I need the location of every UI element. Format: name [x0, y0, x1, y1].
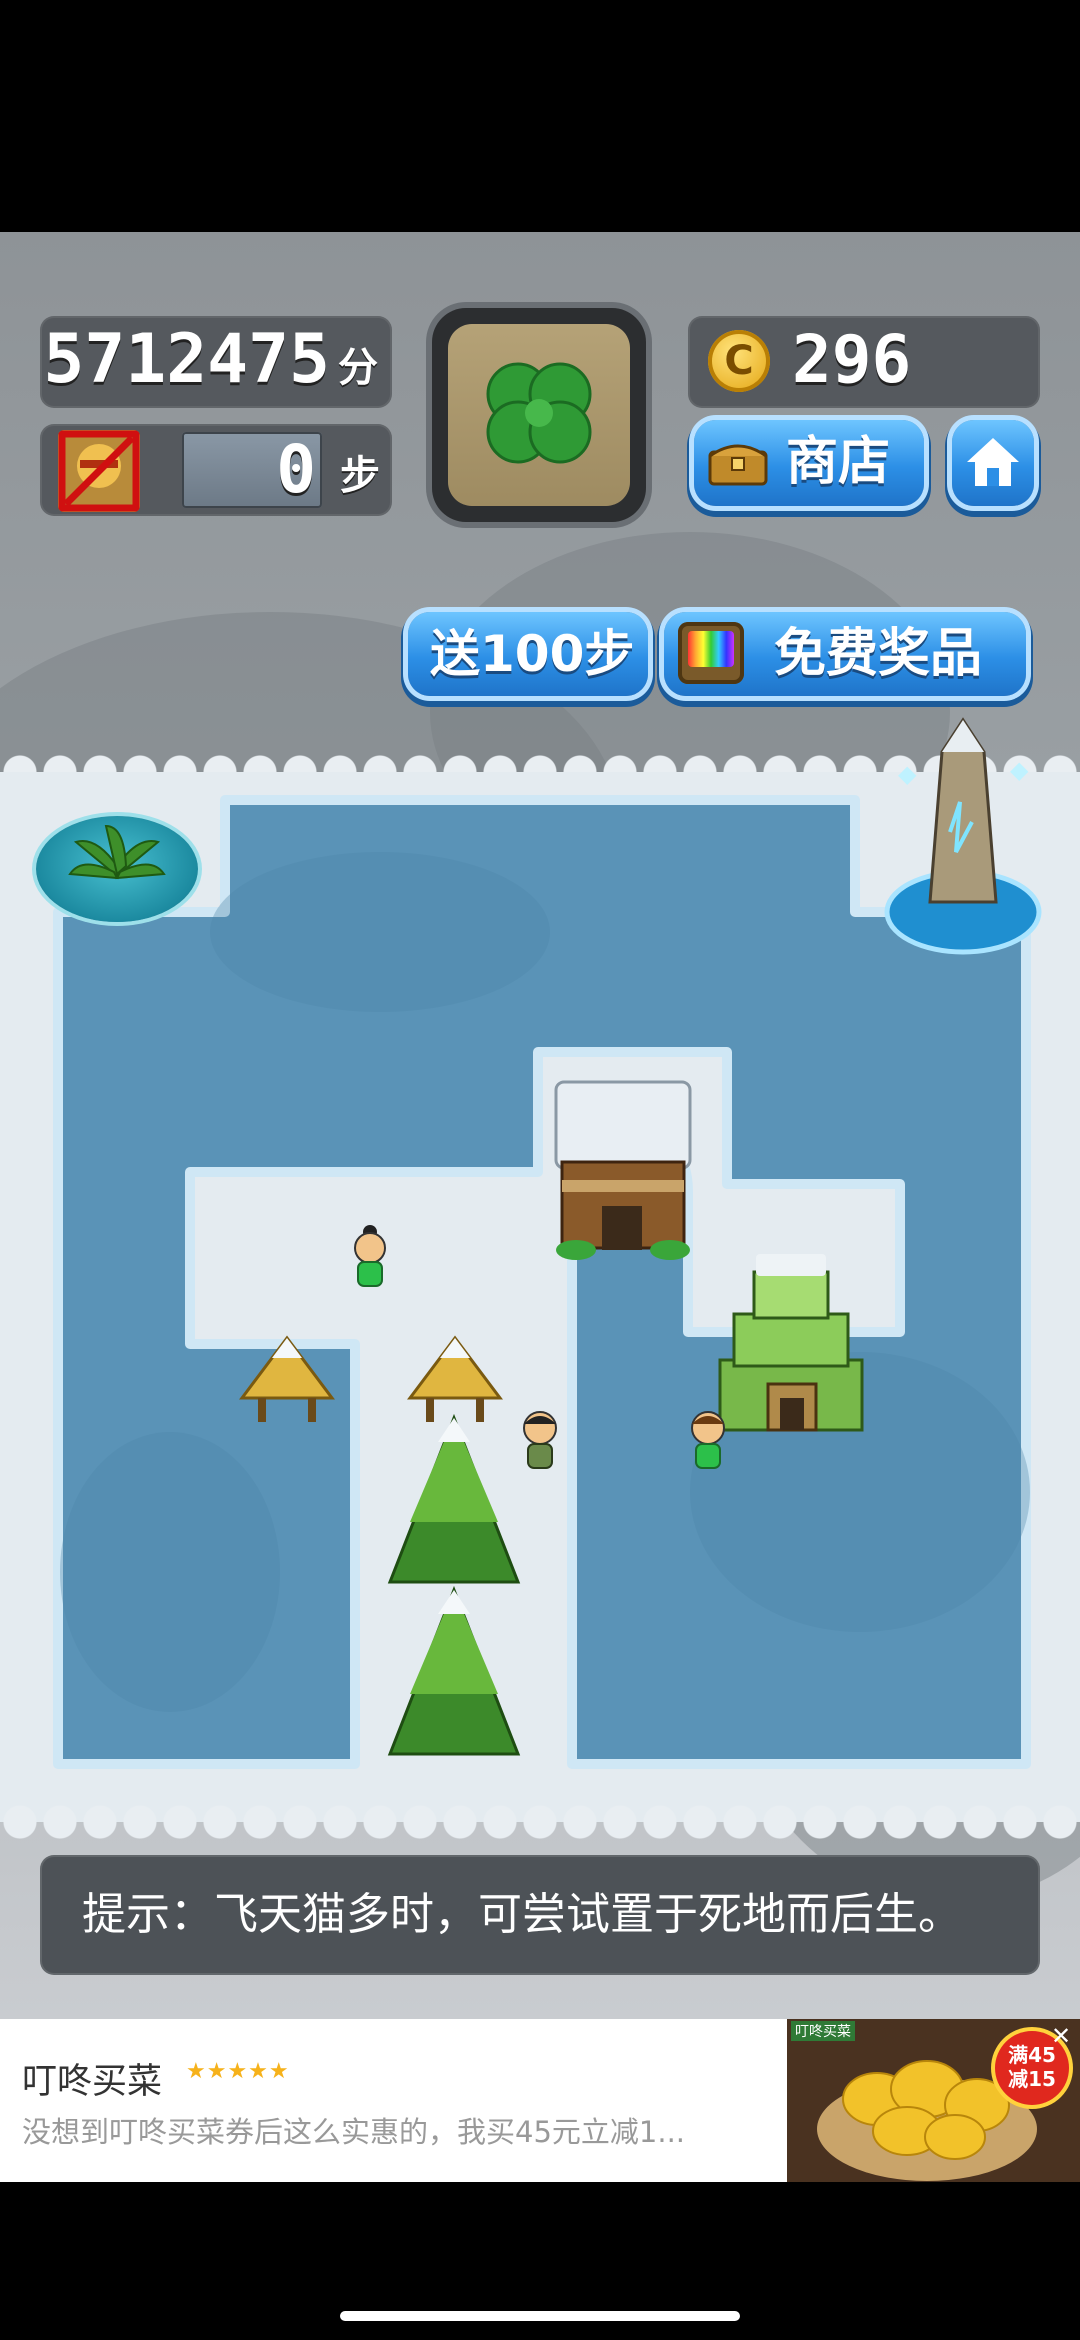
coin-panel: C 296 [688, 316, 1040, 408]
shop-label: 商店 [786, 432, 891, 492]
ad-image[interactable]: 叮咚买菜 满45 减15 ✕ [787, 2019, 1080, 2182]
no-character-icon[interactable] [58, 430, 140, 512]
tv-icon [678, 622, 744, 684]
villager-icon [354, 1225, 386, 1287]
crystal-tower[interactable]: ◆ ◆ [880, 712, 1046, 962]
tower-icon: ◆ ◆ [884, 717, 1042, 955]
ad-title: 叮咚买菜 [22, 2062, 163, 2102]
leaf-icon [68, 824, 166, 880]
coin-icon: C [708, 330, 770, 392]
steps-field: 0 [182, 432, 322, 508]
game-board: ◆ ◆ [0, 717, 1080, 1842]
ad-close-icon[interactable]: ✕ [1048, 2023, 1074, 2049]
steps-unit: 步 [340, 453, 380, 499]
status-bar-area [0, 0, 1080, 232]
leaf-basket[interactable] [36, 816, 198, 922]
pagoda-icon [718, 1254, 864, 1432]
tree-icon [387, 1413, 521, 1584]
ad-banner[interactable]: 叮咚买菜 ★★★★★ 没想到叮咚买菜券后这么实惠的，我买45元立减1... 叮咚… [0, 2019, 1080, 2182]
steps-panel: 0 步 [40, 424, 392, 516]
villager-character[interactable] [684, 1408, 732, 1474]
villager-character[interactable] [346, 1222, 394, 1292]
free-prize-button[interactable]: 免费奖品 [664, 612, 1026, 696]
tv-screen [688, 631, 734, 667]
score-value: 5712475 [43, 320, 330, 399]
straw-hut[interactable] [232, 1328, 342, 1438]
pine-tree[interactable] [378, 1412, 530, 1592]
hint-box: 提示：飞天猫多时，可尝试置于死地而后生。 [40, 1855, 1040, 1975]
free-prize-label: 免费奖品 [774, 624, 983, 684]
ad-rating: ★★★★★ [186, 2059, 290, 2084]
ad-brand-tag: 叮咚买菜 [791, 2021, 855, 2041]
coin-symbol: C [724, 338, 754, 384]
villager-icon [523, 1411, 557, 1469]
house-icon [554, 1080, 692, 1260]
hint-text: 提示：飞天猫多时，可尝试置于死地而后生。 [82, 1889, 962, 1940]
steps-value: 0 [276, 431, 316, 508]
shop-button[interactable]: 商店 [694, 420, 924, 506]
green-pagoda[interactable] [716, 1250, 866, 1440]
item-slot[interactable] [432, 308, 646, 522]
ad-description: 没想到叮咚买菜券后这么实惠的，我买45元立减1... [22, 2115, 686, 2149]
discount-badge-line2: 减15 [1008, 2067, 1056, 2091]
item-slot-background [448, 324, 630, 506]
send-steps-button[interactable]: 送100步 [408, 612, 648, 696]
home-icon [967, 438, 1019, 486]
snow-edge-bottom [0, 1802, 1080, 1842]
villager-character[interactable] [516, 1408, 564, 1474]
game-area: 5712475 分 0 步 C 296 商店 送100步 免费奖品 ◆ ◆ 提示… [0, 232, 1080, 2019]
send-steps-label: 送100步 [430, 625, 635, 683]
coin-value: 296 [792, 321, 912, 398]
snowy-house[interactable] [548, 1072, 698, 1262]
villager-icon [691, 1411, 725, 1469]
treasure-chest-icon [708, 444, 768, 486]
home-indicator[interactable] [340, 2311, 740, 2321]
pine-tree[interactable] [378, 1584, 530, 1764]
svg-text:◆: ◆ [898, 760, 917, 788]
score-unit: 分 [338, 345, 378, 391]
tree-icon [387, 1585, 521, 1756]
score-panel: 5712475 分 [40, 316, 392, 408]
clover-icon [486, 362, 592, 464]
game-screen: 5712475 分 0 步 C 296 商店 送100步 免费奖品 ◆ ◆ 提示… [0, 0, 1080, 2340]
home-button[interactable] [952, 420, 1034, 506]
hut-icon [239, 1335, 335, 1422]
svg-text:◆: ◆ [1010, 756, 1029, 784]
